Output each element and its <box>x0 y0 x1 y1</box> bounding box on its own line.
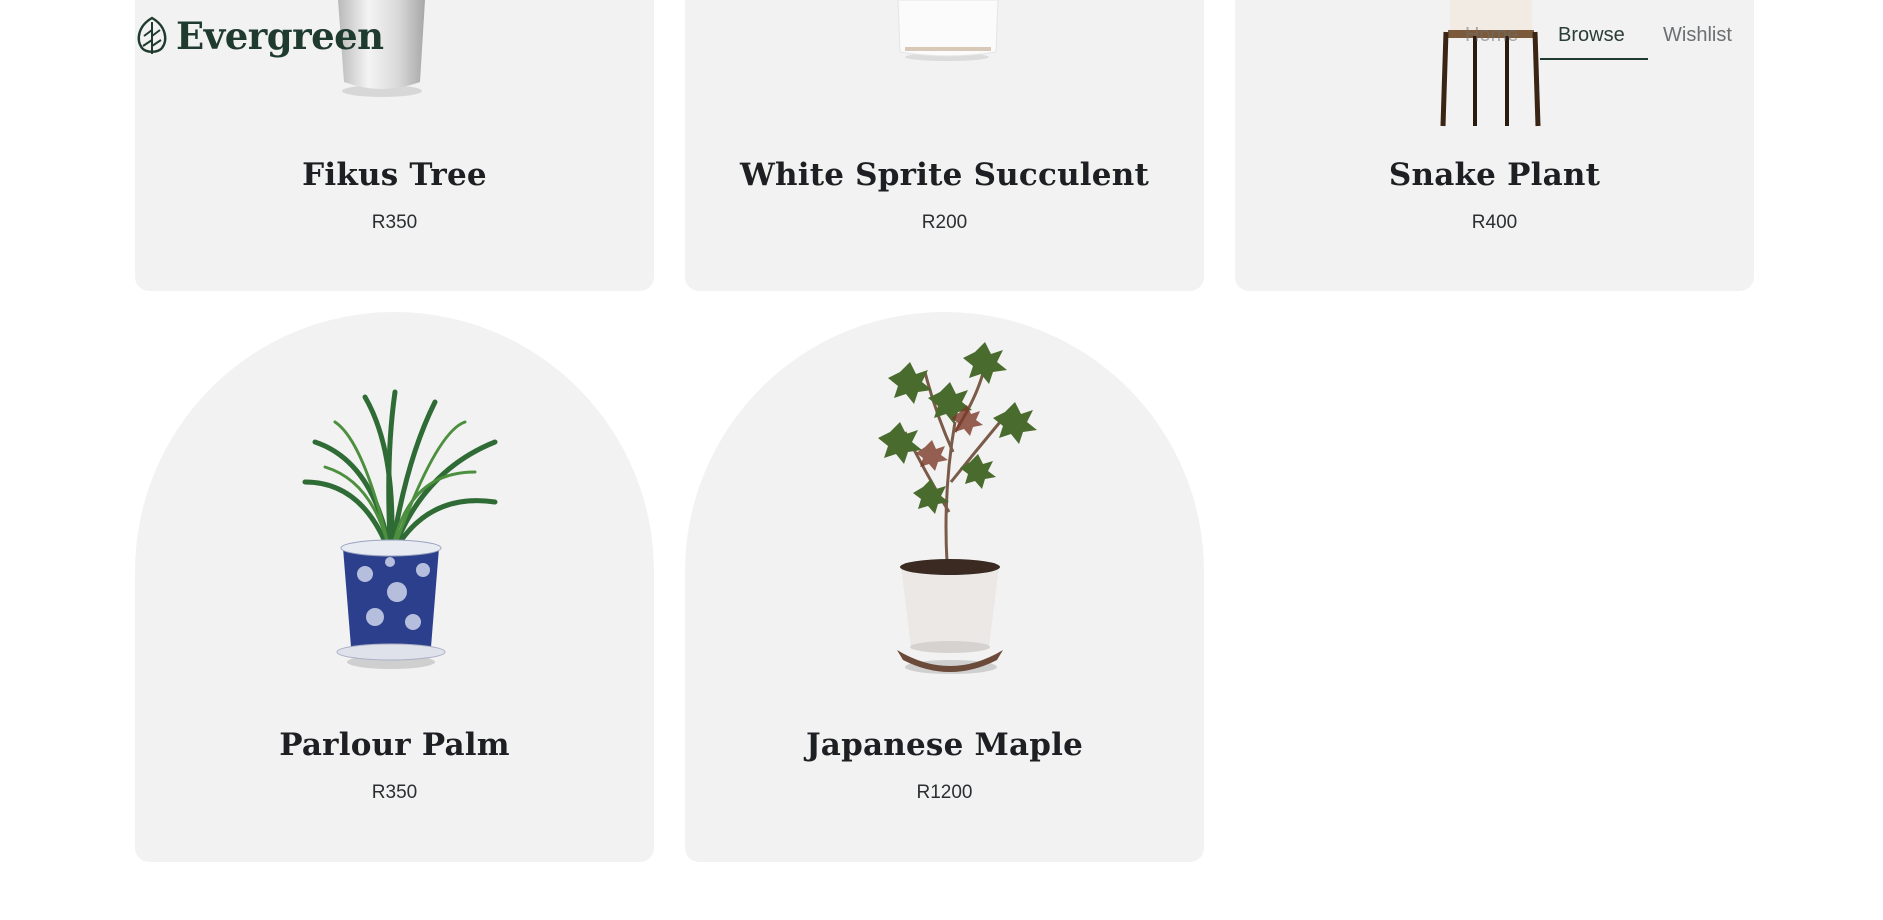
parlour-palm-image <box>302 389 498 669</box>
snake-plant-image <box>1440 0 1541 127</box>
nav-wishlist[interactable]: Wishlist <box>1663 24 1732 47</box>
white-sprite-succulent-image <box>897 0 999 61</box>
product-name[interactable]: Japanese Maple <box>685 727 1204 763</box>
nav-browse[interactable]: Browse <box>1558 24 1625 47</box>
product-price: R200 <box>921 212 968 233</box>
brand-logo[interactable]: Evergreen <box>134 14 384 58</box>
product-card[interactable]: Japanese Maple R1200 <box>685 312 1204 862</box>
product-name[interactable]: Parlour Palm <box>135 727 654 763</box>
product-name[interactable]: Snake Plant <box>1235 157 1754 193</box>
product-name[interactable]: White Sprite Succulent <box>685 157 1204 193</box>
product-price: R400 <box>1471 212 1518 233</box>
japanese-maple-image <box>878 342 1037 674</box>
product-price: R350 <box>371 782 418 803</box>
nav-home[interactable]: Home <box>1465 24 1518 47</box>
product-price: R1200 <box>916 782 973 803</box>
product-card[interactable]: Parlour Palm R350 <box>135 312 654 862</box>
product-price: R350 <box>371 212 418 233</box>
leaf-icon <box>137 16 167 54</box>
active-nav-indicator <box>1540 58 1648 60</box>
brand-name: Evergreen <box>176 14 384 58</box>
product-card[interactable]: White Sprite Succulent R200 <box>685 0 1204 291</box>
product-name[interactable]: Fikus Tree <box>135 157 654 193</box>
